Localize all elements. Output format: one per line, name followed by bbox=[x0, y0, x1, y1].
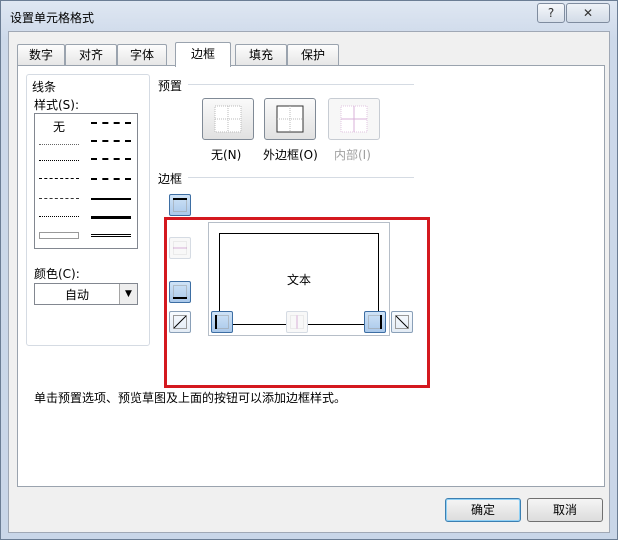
preset-outline-label[interactable]: 外边框(O) bbox=[263, 146, 318, 163]
preset-inside-icon bbox=[340, 105, 368, 133]
line-style-none[interactable]: 无 bbox=[53, 118, 65, 135]
preset-outline-icon bbox=[276, 105, 304, 133]
border-separator bbox=[188, 177, 414, 178]
top-border-button[interactable] bbox=[169, 194, 191, 216]
title-bar[interactable]: 设置单元格格式 ? ✕ bbox=[1, 1, 617, 31]
style-label: 样式(S): bbox=[34, 98, 80, 112]
diagonal-down-border-icon bbox=[395, 315, 409, 329]
preset-inside-button[interactable] bbox=[328, 98, 380, 140]
line-style-option[interactable] bbox=[91, 158, 131, 160]
preview-text: 文本 bbox=[286, 273, 311, 287]
inside-vertical-border-icon bbox=[290, 315, 304, 329]
diagonal-down-border-button[interactable] bbox=[391, 311, 413, 333]
hint-text: 单击预置选项、预览草图及上面的按钮可以添加边框样式。 bbox=[34, 391, 347, 405]
line-style-option[interactable] bbox=[91, 178, 131, 180]
left-border-button[interactable] bbox=[211, 311, 233, 333]
presets-separator bbox=[188, 84, 414, 85]
right-border-button[interactable] bbox=[364, 311, 386, 333]
border-label: 边框 bbox=[158, 172, 183, 186]
cancel-button[interactable]: 取消 bbox=[527, 498, 603, 522]
bottom-border-icon bbox=[173, 285, 187, 299]
color-label: 颜色(C): bbox=[34, 267, 80, 281]
preset-outline-button[interactable] bbox=[264, 98, 316, 140]
line-style-option[interactable] bbox=[39, 160, 79, 161]
tab-fill[interactable]: 填充 bbox=[235, 44, 287, 65]
tab-border[interactable]: 边框 bbox=[175, 42, 231, 67]
color-select-value: 自动 bbox=[64, 288, 89, 302]
ok-button[interactable]: 确定 bbox=[445, 498, 521, 522]
border-tab-panel: 线条 样式(S): 无 颜色(C): 自动 ▼ 预置 无(N) 外边框(O) 内… bbox=[17, 65, 605, 487]
right-border-icon bbox=[368, 315, 382, 329]
diagonal-up-border-icon bbox=[173, 315, 187, 329]
line-style-option[interactable] bbox=[39, 198, 79, 199]
help-button[interactable]: ? bbox=[537, 3, 565, 23]
line-style-list[interactable]: 无 bbox=[34, 113, 138, 249]
preset-none-icon bbox=[214, 105, 242, 133]
tab-alignment[interactable]: 对齐 bbox=[65, 44, 117, 65]
inside-vertical-border-button[interactable] bbox=[286, 311, 308, 333]
preset-none-label[interactable]: 无(N) bbox=[211, 146, 241, 163]
diagonal-up-border-button[interactable] bbox=[169, 311, 191, 333]
inside-horizontal-border-icon bbox=[173, 241, 187, 255]
presets-label: 预置 bbox=[158, 79, 183, 93]
inside-horizontal-border-button[interactable] bbox=[169, 237, 191, 259]
preset-none-button[interactable] bbox=[202, 98, 254, 140]
line-style-option[interactable] bbox=[39, 144, 79, 145]
line-style-option[interactable] bbox=[91, 122, 131, 124]
close-button[interactable]: ✕ bbox=[566, 3, 610, 23]
dialog-body: 数字 对齐 字体 边框 填充 保护 线条 样式(S): 无 颜色(C): 自动 … bbox=[8, 31, 610, 533]
tab-number[interactable]: 数字 bbox=[17, 44, 65, 65]
tab-protection[interactable]: 保护 bbox=[287, 44, 339, 65]
line-style-option[interactable] bbox=[91, 198, 131, 200]
preset-inside-label: 内部(I) bbox=[334, 148, 371, 162]
left-border-icon bbox=[215, 315, 229, 329]
format-cells-dialog: 设置单元格格式 ? ✕ 数字 对齐 字体 边框 填充 保护 线条 样式(S): … bbox=[0, 0, 618, 540]
tab-font[interactable]: 字体 bbox=[117, 44, 167, 65]
top-border-icon bbox=[173, 198, 187, 212]
chevron-down-icon[interactable]: ▼ bbox=[119, 284, 137, 304]
line-style-option[interactable] bbox=[91, 216, 131, 219]
line-group-label: 线条 bbox=[32, 80, 57, 94]
line-style-option[interactable] bbox=[91, 140, 131, 142]
color-select[interactable]: 自动 ▼ bbox=[34, 283, 138, 305]
dialog-title: 设置单元格格式 bbox=[10, 11, 95, 25]
line-style-option[interactable] bbox=[39, 232, 79, 239]
line-style-option[interactable] bbox=[91, 234, 131, 237]
bottom-border-button[interactable] bbox=[169, 281, 191, 303]
line-style-option[interactable] bbox=[39, 216, 79, 217]
line-style-option[interactable] bbox=[39, 178, 79, 179]
